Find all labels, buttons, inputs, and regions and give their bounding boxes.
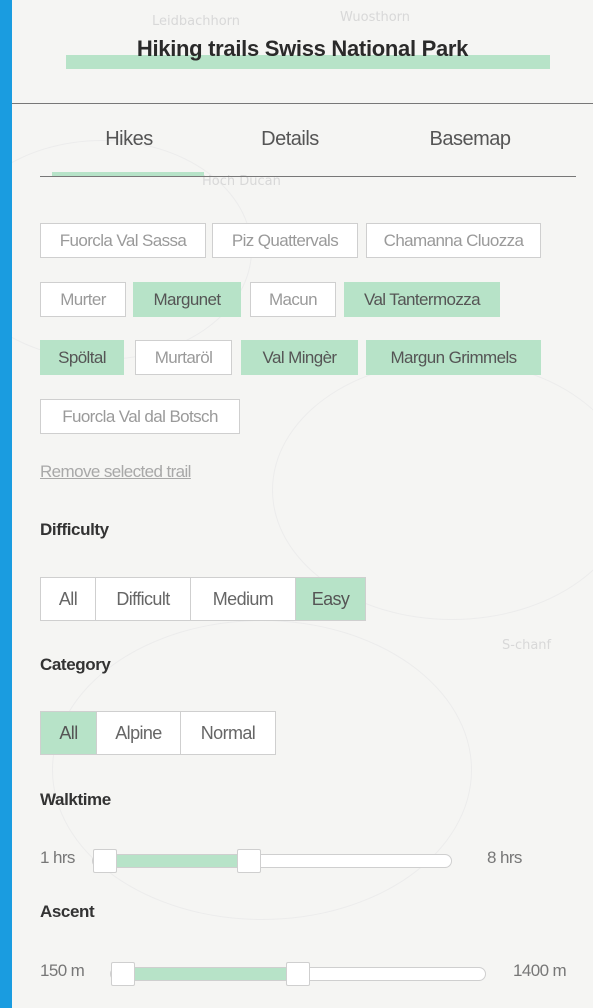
ascent-min-handle[interactable] — [111, 962, 135, 986]
category-selector: All Alpine Normal — [40, 711, 276, 755]
walktime-max-handle[interactable] — [236, 849, 261, 873]
trail-button-selected[interactable]: Spöltal — [40, 340, 124, 375]
tabs-divider — [40, 176, 576, 177]
trail-button[interactable]: Macun — [250, 282, 336, 317]
walktime-track[interactable] — [92, 849, 452, 873]
walktime-min-handle[interactable] — [93, 849, 117, 873]
ascent-range-fill — [123, 968, 298, 980]
trail-button[interactable]: Murter — [40, 282, 126, 317]
category-option-normal[interactable]: Normal — [181, 712, 275, 754]
walktime-min-label: 1 hrs — [40, 848, 75, 867]
remove-selected-trail-link[interactable]: Remove selected trail — [40, 462, 191, 482]
tab-hikes[interactable]: Hikes — [50, 124, 208, 178]
ascent-max-label: 1400 m — [513, 961, 567, 980]
difficulty-option-all[interactable]: All — [41, 578, 96, 620]
difficulty-label: Difficulty — [40, 520, 109, 539]
walktime-slider: 1 hrs 8 hrs — [40, 844, 580, 874]
trail-button-selected[interactable]: Val Tantermozza — [344, 282, 500, 317]
trail-button[interactable]: Fuorcla Val Sassa — [40, 223, 206, 258]
tab-details[interactable]: Details — [210, 124, 370, 178]
difficulty-option-difficult[interactable]: Difficult — [96, 578, 191, 620]
trail-button-selected[interactable]: Margunet — [133, 282, 241, 317]
trail-button-selected[interactable]: Val Mingèr — [241, 340, 358, 375]
category-option-all[interactable]: All — [41, 712, 97, 754]
difficulty-option-easy[interactable]: Easy — [296, 578, 365, 620]
difficulty-selector: All Difficult Medium Easy — [40, 577, 366, 621]
header: Hiking trails Swiss National Park — [12, 28, 593, 76]
trail-button[interactable]: Piz Quattervals — [212, 223, 358, 258]
sidebar-panel: Leidbachhorn Wuosthorn Hoch Ducan S-chan… — [12, 0, 593, 1008]
trail-button[interactable]: Chamanna Cluozza — [366, 223, 541, 258]
map-label: S-chanf — [502, 638, 552, 653]
map-contour — [52, 620, 472, 920]
trail-button-selected[interactable]: Margun Grimmels — [366, 340, 541, 375]
ascent-min-label: 150 m — [40, 961, 85, 980]
header-divider — [12, 103, 593, 104]
page-title: Hiking trails Swiss National Park — [136, 36, 469, 61]
tab-bar: Hikes Details Basemap — [40, 124, 576, 178]
map-label: Leidbachhorn — [152, 14, 241, 29]
walktime-range-fill — [105, 855, 249, 867]
ascent-slider: 150 m 1400 m — [40, 957, 580, 987]
map-label: Wuosthorn — [340, 10, 411, 25]
category-option-alpine[interactable]: Alpine — [97, 712, 181, 754]
walktime-label: Walktime — [40, 790, 111, 809]
ascent-label: Ascent — [40, 902, 95, 921]
walktime-max-label: 8 hrs — [487, 848, 522, 867]
difficulty-option-medium[interactable]: Medium — [191, 578, 296, 620]
tab-basemap[interactable]: Basemap — [380, 124, 560, 178]
ascent-track[interactable] — [110, 962, 486, 986]
category-label: Category — [40, 655, 111, 674]
trail-button[interactable]: Murtaröl — [135, 340, 232, 375]
ascent-max-handle[interactable] — [286, 962, 310, 986]
trail-button[interactable]: Fuorcla Val dal Botsch — [40, 399, 240, 434]
